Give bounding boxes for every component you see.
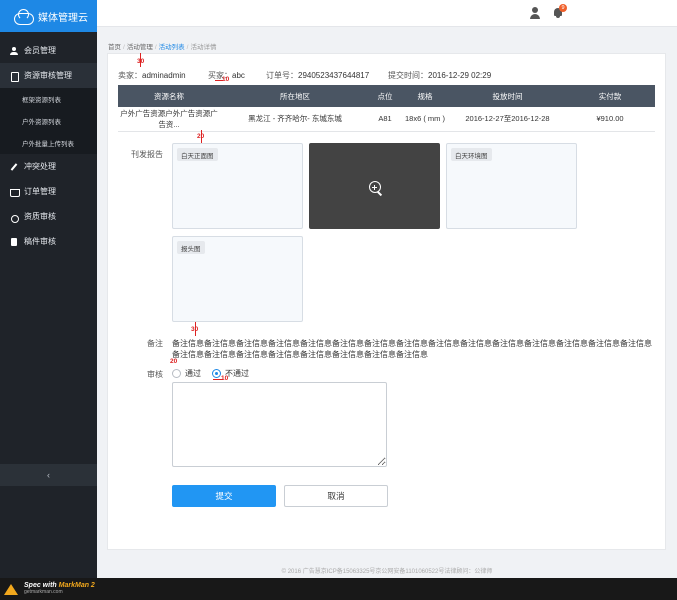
sidebar-subitem-outdoor-resources[interactable]: 户外资源列表 xyxy=(0,110,97,132)
sidebar-item-label: 冲突处理 xyxy=(24,162,56,171)
sidebar-item-qualification[interactable]: 资质审核 xyxy=(0,204,97,229)
cloud-icon xyxy=(12,8,34,25)
report-image-day-front[interactable]: 白天正面图 xyxy=(172,143,303,229)
sidebar-item-conflicts[interactable]: 冲突处理 xyxy=(0,154,97,179)
column-region: 所在地区 xyxy=(220,85,370,107)
sidebar-submenu: 框架资源列表 户外资源列表 户外批量上传列表 xyxy=(0,88,97,154)
submit-time-value: 2016-12-29 02:29 xyxy=(428,71,492,80)
sidebar-item-label: 资质审核 xyxy=(24,212,56,221)
cell-region: 黑龙江 - 齐齐哈尔- 东城东城 xyxy=(220,107,370,132)
report-image-day-environment[interactable]: 白天环境图 xyxy=(446,143,577,229)
cell-resource-name: 户外广告资源户外广告资源广告资... xyxy=(118,107,220,132)
report-label: 刊发报告 xyxy=(131,150,163,159)
radio-dot xyxy=(172,369,181,378)
footer-copyright: © 2016 广告慧京ICP备15063325号京公网安备1101060522号… xyxy=(281,569,493,575)
column-paid-amount: 实付款 xyxy=(565,85,655,107)
markman-logo-icon xyxy=(4,582,18,596)
order-number-info: 订单号：2940523437644817 xyxy=(266,71,370,80)
remark-text: 备注信息备注信息备注信息备注信息备注信息备注信息备注信息备注信息备注信息备注信息… xyxy=(172,339,652,359)
radio-reject-label: 不通过 xyxy=(225,369,249,378)
doc-icon xyxy=(10,71,19,82)
markman-text: Spec with MarkMan 2 getmarkman.com xyxy=(24,582,95,595)
remark-label: 备注 xyxy=(147,339,163,348)
table-header-row: 资源名称 所在地区 点位 规格 投放时间 实付款 xyxy=(118,85,655,107)
sidebar-item-label: 会员管理 xyxy=(24,46,56,55)
review-label: 审核 xyxy=(147,370,163,379)
top-bar xyxy=(97,0,677,27)
sidebar-subitem-outdoor-batch-upload[interactable]: 户外批量上传列表 xyxy=(0,132,97,154)
table-row: 户外广告资源户外广告资源广告资... 黑龙江 - 齐齐哈尔- 东城东城 A81 … xyxy=(118,107,655,132)
breadcrumb-activity-detail: 活动详情 xyxy=(190,44,217,51)
radio-approve-label: 通过 xyxy=(185,369,201,378)
column-schedule: 投放时间 xyxy=(450,85,565,107)
radio-reject[interactable]: 不通过 xyxy=(212,368,249,379)
radio-dot xyxy=(212,369,221,378)
breadcrumb-activity-list[interactable]: 活动列表 xyxy=(159,44,185,51)
order-number-value: 2940523437644817 xyxy=(298,71,370,80)
cell-spec: 18x6 ( mm ) xyxy=(400,107,450,132)
medal-icon xyxy=(10,213,19,223)
image-tag: 白天环境图 xyxy=(451,148,492,161)
cell-paid-amount: ¥910.00 xyxy=(565,107,655,132)
spec-line xyxy=(215,80,223,81)
breadcrumb: 首页 / 活动管理 / 活动列表 / 活动详情 xyxy=(108,44,217,51)
user-icon xyxy=(10,46,18,55)
sidebar-item-label: 订单管理 xyxy=(24,187,56,196)
spec-annotation: 10 xyxy=(222,76,230,83)
sidebar-item-label: 资源审核管理 xyxy=(24,71,72,80)
report-image-preview[interactable] xyxy=(309,143,440,229)
review-comment-textarea[interactable] xyxy=(172,382,387,467)
spec-line xyxy=(195,322,196,336)
file-icon xyxy=(10,237,18,246)
sidebar: 媒体管理云 会员管理 资源审核管理 框架资源列表 户外资源列表 户外批量上传列表… xyxy=(0,0,97,578)
spec-annotation: 20 xyxy=(170,358,178,365)
sidebar-item-members[interactable]: 会员管理 xyxy=(0,38,97,63)
pen-icon xyxy=(10,163,18,171)
submit-time-info: 提交时间：2016-12-29 02:29 xyxy=(388,71,492,80)
seller-info: 卖家：adminadmin xyxy=(118,71,186,80)
resource-table: 资源名称 所在地区 点位 规格 投放时间 实付款 户外广告资源户外广告资源广告资… xyxy=(118,85,655,132)
sidebar-collapse-button[interactable]: ‹ xyxy=(0,464,97,486)
cell-schedule: 2016-12-27至2016-12-28 xyxy=(450,107,565,132)
submit-button[interactable]: 提交 xyxy=(172,485,276,507)
report-image-header[interactable]: 报头图 xyxy=(172,236,303,322)
cancel-button[interactable]: 取消 xyxy=(284,485,388,507)
markman-watermark-bar: Spec with MarkMan 2 getmarkman.com xyxy=(0,578,677,600)
seller-value: adminadmin xyxy=(142,71,186,80)
column-resource-name: 资源名称 xyxy=(118,85,220,107)
app-title: 媒体管理云 xyxy=(38,12,88,24)
image-tag: 白天正面图 xyxy=(177,148,218,161)
column-spot: 点位 xyxy=(370,85,400,107)
breadcrumb-home[interactable]: 首页 xyxy=(108,44,121,51)
spec-line xyxy=(201,130,202,143)
sidebar-item-manuscripts[interactable]: 稿件审核 xyxy=(0,229,97,254)
brand-logo[interactable]: 媒体管理云 xyxy=(0,0,97,32)
spec-line xyxy=(140,53,141,67)
chevron-left-icon: ‹ xyxy=(47,470,50,480)
sidebar-item-label: 稿件审核 xyxy=(24,237,56,246)
breadcrumb-activity-management[interactable]: 活动管理 xyxy=(127,44,153,51)
radio-approve[interactable]: 通过 xyxy=(172,368,201,379)
buyer-value: abc xyxy=(232,71,245,80)
user-avatar-icon[interactable] xyxy=(529,7,541,19)
sidebar-subitem-frame-resources[interactable]: 框架资源列表 xyxy=(0,88,97,110)
notification-badge: 9 xyxy=(559,4,567,12)
cell-spot: A81 xyxy=(370,107,400,132)
column-spec: 规格 xyxy=(400,85,450,107)
image-tag: 报头图 xyxy=(177,241,205,254)
cart-icon xyxy=(10,188,20,197)
spec-line xyxy=(213,379,223,380)
sidebar-item-resource-review[interactable]: 资源审核管理 xyxy=(0,63,97,88)
sidebar-item-orders[interactable]: 订单管理 xyxy=(0,179,97,204)
zoom-in-icon[interactable] xyxy=(369,181,383,195)
